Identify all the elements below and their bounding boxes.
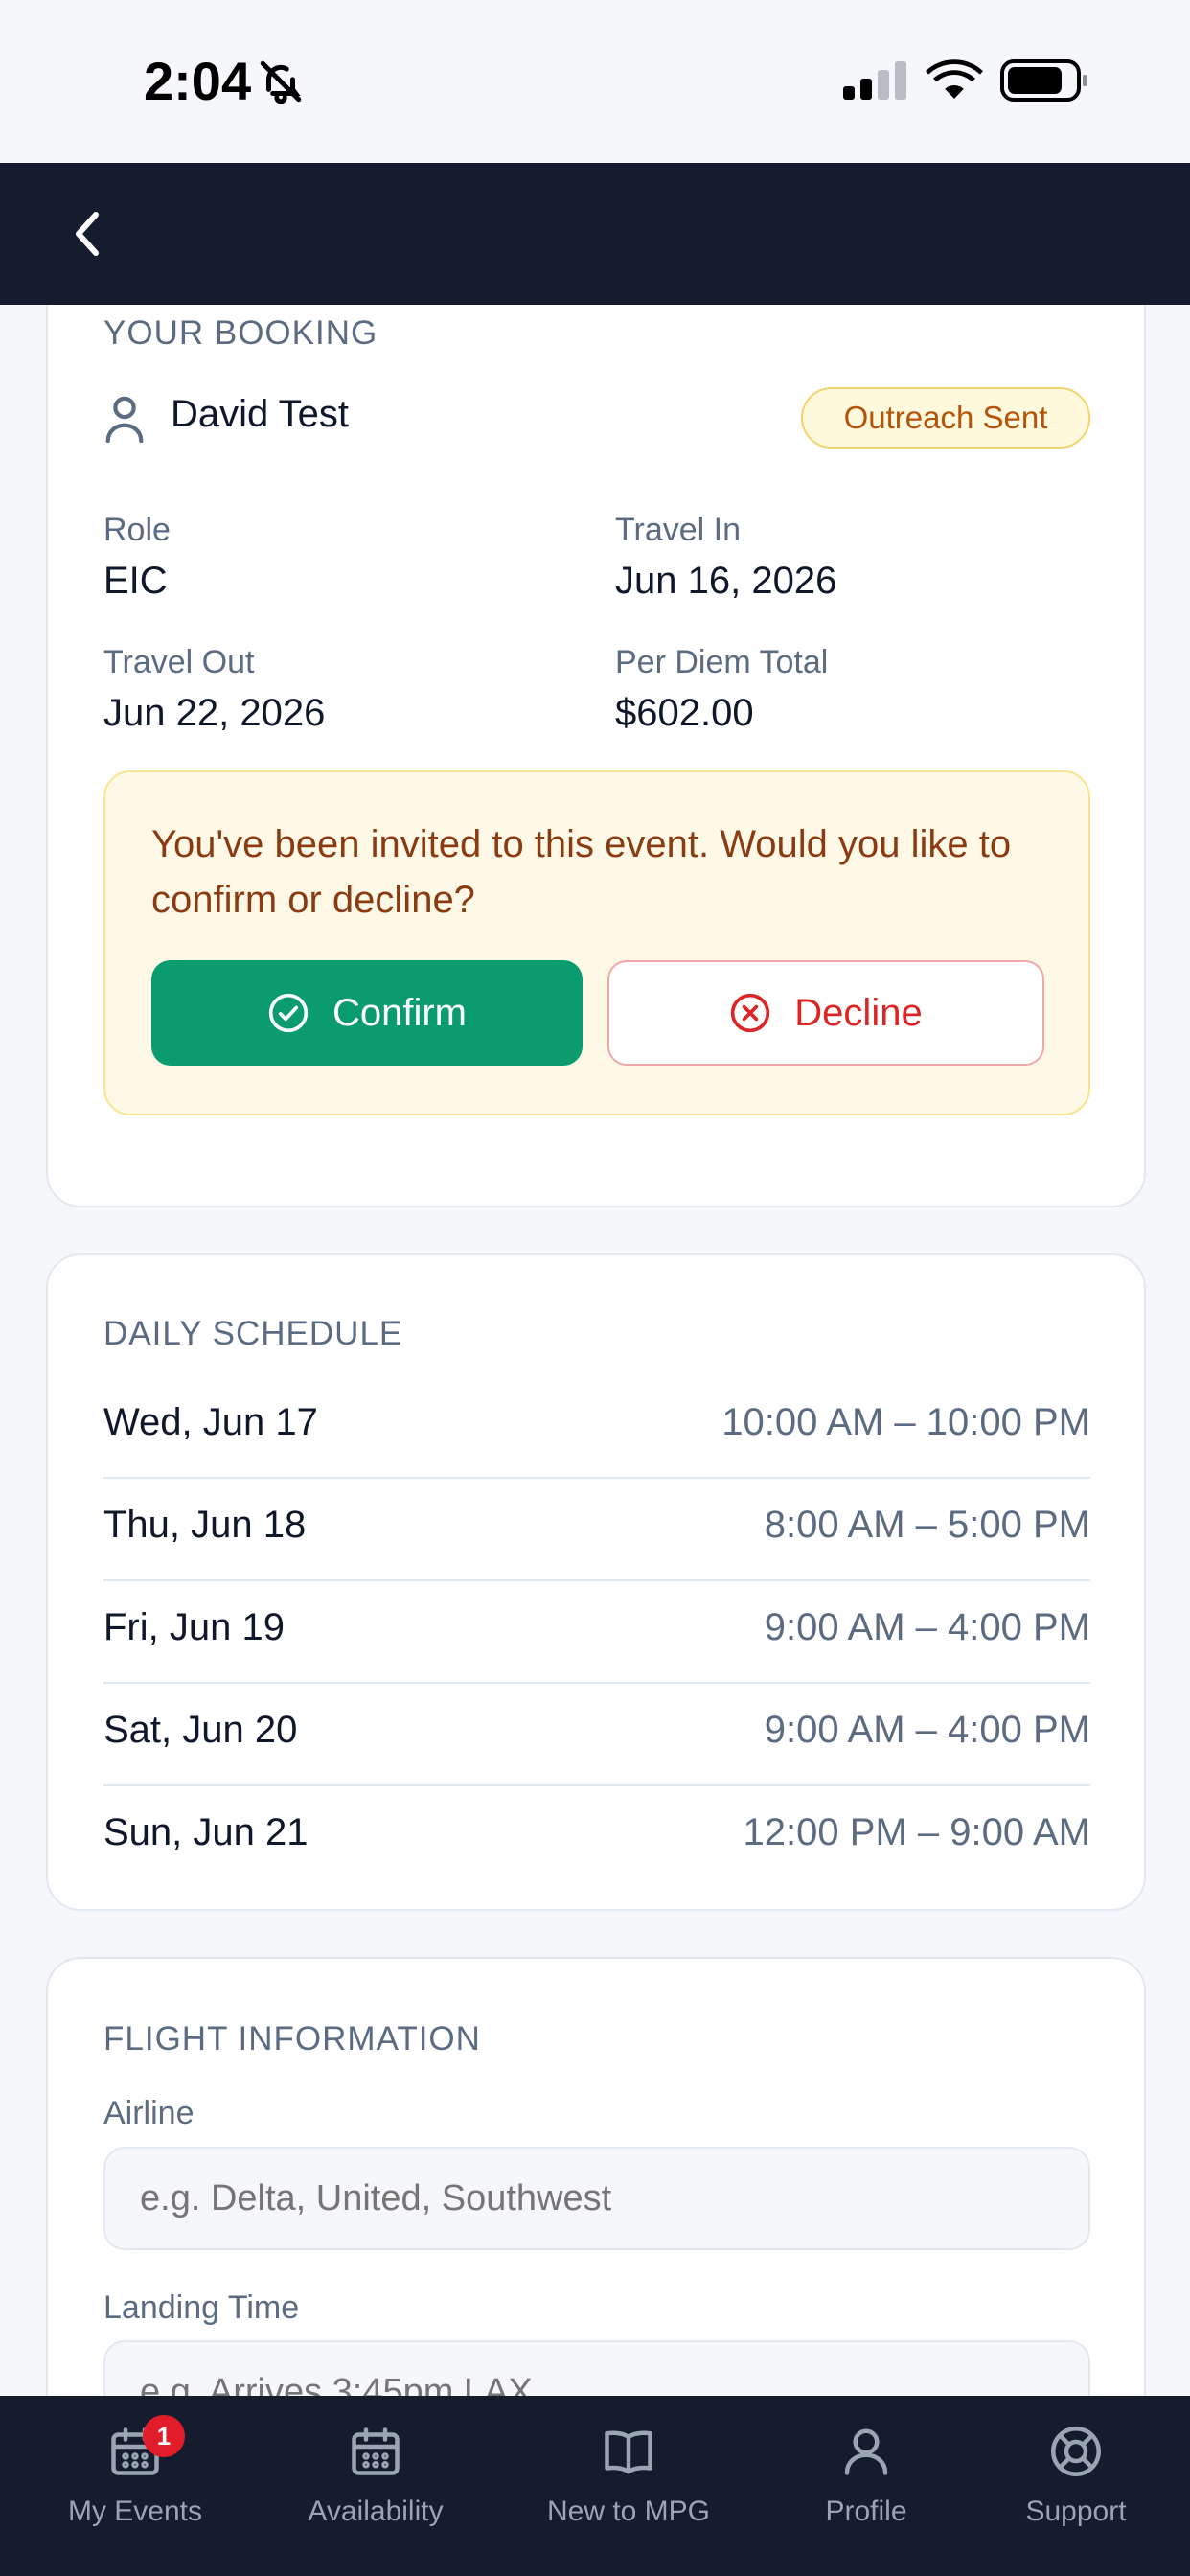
schedule-row: Thu, Jun 18 8:00 AM – 5:00 PM [103, 1479, 1090, 1581]
flight-section-title: FLIGHT INFORMATION [103, 2020, 481, 2058]
airline-label: Airline [103, 2095, 195, 2131]
book-icon [605, 2430, 652, 2474]
booking-card: YOUR BOOKING David Test Outreach Sent Ro… [46, 305, 1146, 1208]
schedule-day: Wed, Jun 17 [103, 1401, 318, 1443]
tab-label: Support [1025, 2496, 1127, 2527]
invite-prompt: You've been invited to this event. Would… [103, 770, 1090, 1116]
flight-information-card: FLIGHT INFORMATION Airline Landing Time [46, 1957, 1146, 2396]
confirm-label: Confirm [332, 991, 468, 1034]
travel-out-value: Jun 22, 2026 [103, 692, 326, 734]
schedule-day: Thu, Jun 18 [103, 1504, 307, 1546]
cellular-signal-icon [843, 61, 906, 100]
status-time: 2:04 [144, 51, 252, 111]
tab-label: Availability [308, 2496, 444, 2527]
tab-my-events[interactable]: 1 My Events [30, 2415, 240, 2528]
tab-profile[interactable]: Profile [761, 2423, 972, 2528]
status-badge: Outreach Sent [801, 387, 1090, 448]
bell-muted-icon [260, 60, 302, 104]
decline-button[interactable]: Decline [607, 960, 1044, 1066]
wifi-icon [926, 59, 983, 99]
travel-in-label: Travel In [615, 512, 742, 548]
tab-label: Profile [825, 2496, 907, 2527]
travel-in-value: Jun 16, 2026 [615, 560, 837, 602]
calendar-icon [352, 2427, 400, 2475]
tab-support[interactable]: Support [971, 2423, 1181, 2528]
schedule-section-title: DAILY SCHEDULE [103, 1315, 403, 1352]
airline-input[interactable] [103, 2147, 1090, 2250]
landing-time-input[interactable] [103, 2340, 1090, 2396]
schedule-time: 12:00 PM – 9:00 AM [743, 1811, 1090, 1853]
decline-label: Decline [794, 991, 923, 1034]
schedule-time: 10:00 AM – 10:00 PM [721, 1401, 1090, 1443]
back-button[interactable] [50, 196, 126, 272]
schedule-day: Sat, Jun 20 [103, 1709, 298, 1751]
bottom-tab-bar: 1 My Events Availability New to MPG Prof… [0, 2396, 1190, 2576]
schedule-row: Sun, Jun 21 12:00 PM – 9:00 AM [103, 1786, 1090, 1889]
battery-icon [1000, 59, 1087, 102]
landing-time-label: Landing Time [103, 2289, 300, 2326]
daily-schedule-card: DAILY SCHEDULE Wed, Jun 17 10:00 AM – 10… [46, 1254, 1146, 1911]
per-diem-label: Per Diem Total [615, 644, 829, 680]
schedule-time: 8:00 AM – 5:00 PM [764, 1504, 1090, 1546]
travel-out-label: Travel Out [103, 644, 255, 680]
notification-badge: 1 [143, 2415, 185, 2457]
tab-label: My Events [67, 2496, 203, 2527]
schedule-row: Fri, Jun 19 9:00 AM – 4:00 PM [103, 1581, 1090, 1684]
lifebuoy-icon [1051, 2426, 1101, 2476]
tab-label: New to MPG [546, 2496, 711, 2527]
booking-section-title: YOUR BOOKING [103, 314, 378, 352]
chevron-left-icon [76, 212, 99, 256]
person-icon [844, 2428, 888, 2475]
check-circle-icon [268, 993, 309, 1033]
status-bar: 2:04 [0, 0, 1190, 163]
schedule-row: Wed, Jun 17 10:00 AM – 10:00 PM [103, 1376, 1090, 1479]
app-header [0, 163, 1190, 305]
person-icon [105, 396, 144, 443]
schedule-day: Sun, Jun 21 [103, 1811, 309, 1853]
role-label: Role [103, 512, 171, 548]
role-value: EIC [103, 560, 168, 602]
schedule-time: 9:00 AM – 4:00 PM [764, 1606, 1090, 1648]
tab-new-to-mpg[interactable]: New to MPG [523, 2423, 734, 2528]
confirm-button[interactable]: Confirm [151, 960, 583, 1066]
x-circle-icon [731, 993, 770, 1033]
person-name: David Test [171, 393, 350, 435]
schedule-day: Fri, Jun 19 [103, 1606, 285, 1648]
event-detail-scroll[interactable]: YOUR BOOKING David Test Outreach Sent Ro… [0, 305, 1190, 2396]
invite-text: You've been invited to this event. Would… [151, 823, 1012, 921]
schedule-time: 9:00 AM – 4:00 PM [764, 1709, 1090, 1751]
per-diem-value: $602.00 [615, 692, 754, 734]
schedule-row: Sat, Jun 20 9:00 AM – 4:00 PM [103, 1684, 1090, 1786]
tab-availability[interactable]: Availability [270, 2423, 481, 2528]
